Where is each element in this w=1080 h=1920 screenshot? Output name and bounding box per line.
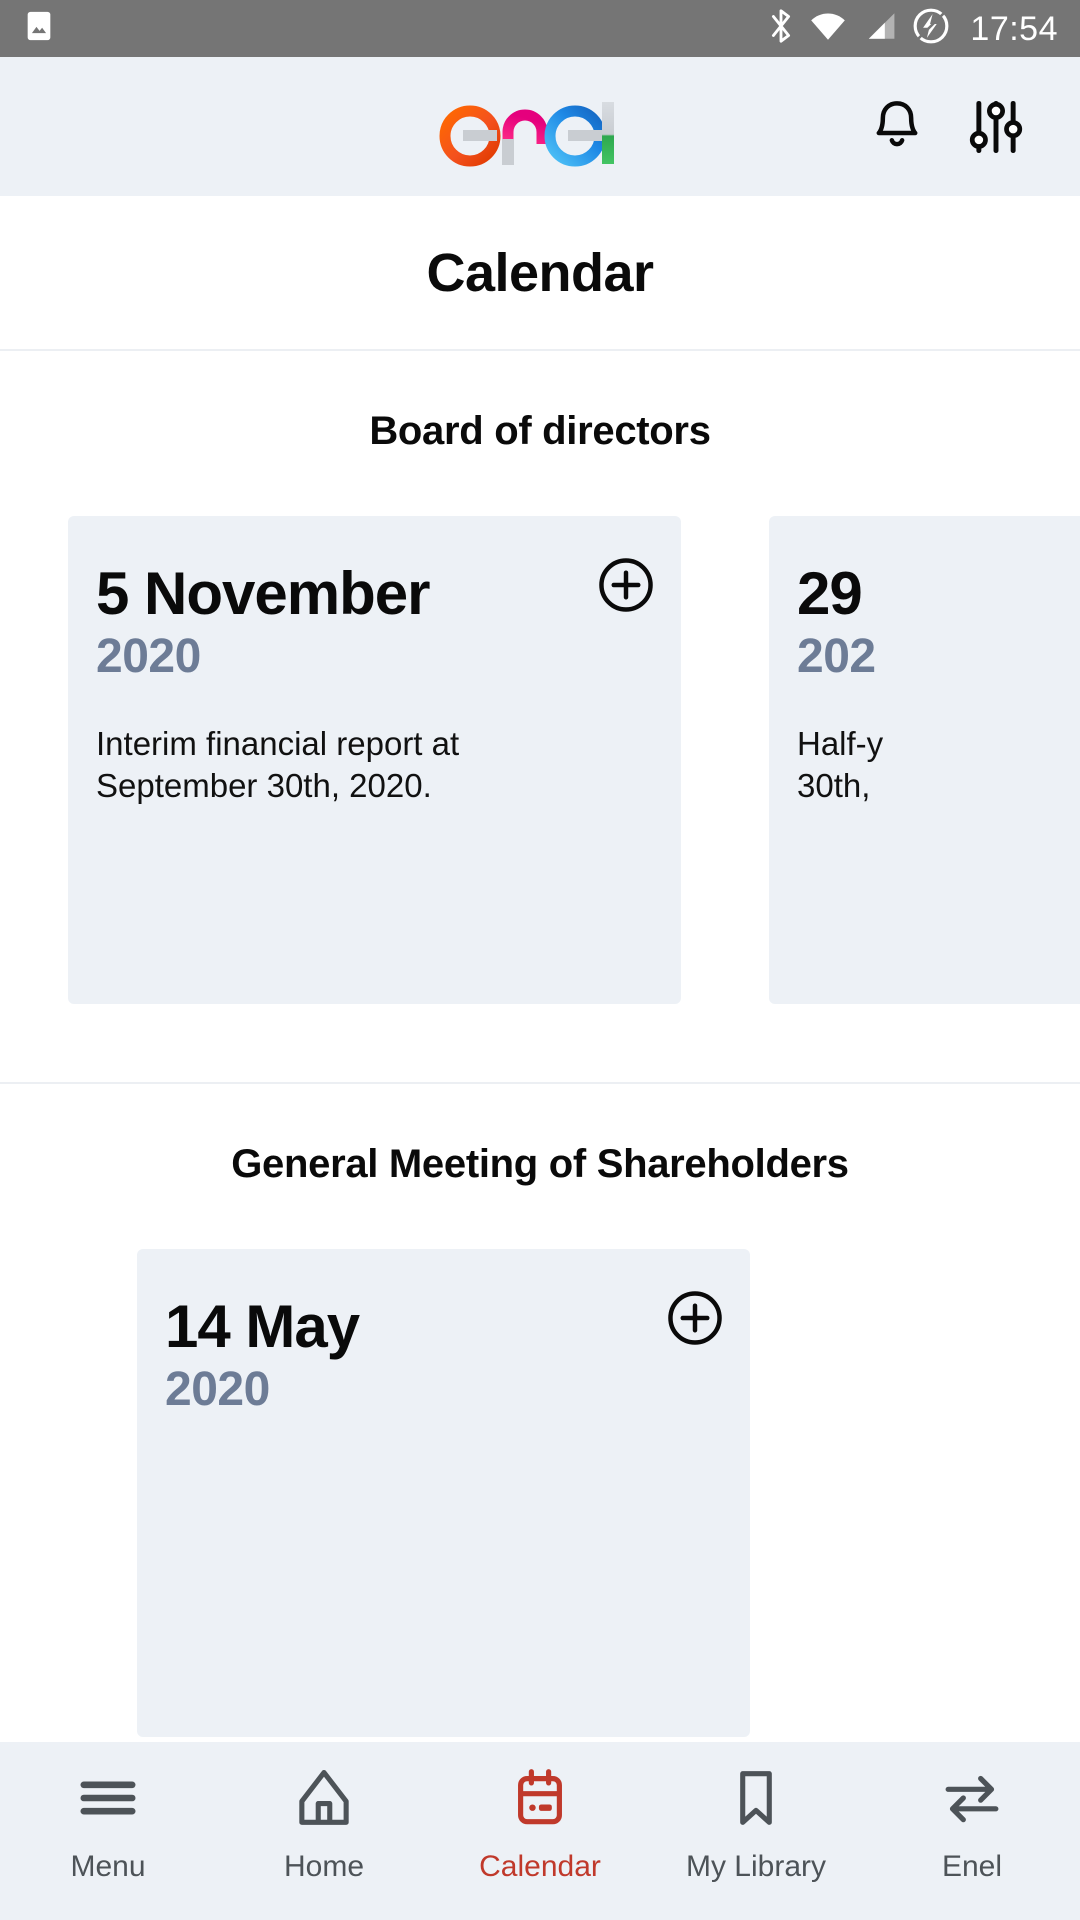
sliders-icon: [968, 100, 1024, 160]
cellular-signal-icon: [862, 10, 898, 47]
card-rail[interactable]: 5 November 2020 Interim financial report…: [0, 516, 1080, 1082]
nav-item-home[interactable]: Home: [216, 1768, 432, 1884]
section-board-of-directors: Board of directors 5 November 2020 Inter…: [0, 351, 1080, 1082]
calendar-event-card[interactable]: 5 November 2020 Interim financial report…: [68, 516, 681, 1004]
event-year: 2020: [96, 629, 201, 683]
event-year: 202: [797, 629, 876, 683]
nav-label: My Library: [685, 1850, 827, 1883]
calendar-icon: [512, 1768, 568, 1828]
event-day: 29: [797, 560, 863, 627]
section-title: Board of directors: [369, 409, 711, 453]
bottom-navigation: Menu Home Calendar My Library Enel: [0, 1742, 1080, 1920]
card-rail[interactable]: 14 May 2020: [0, 1249, 1080, 1815]
image-icon: [22, 9, 56, 48]
wifi-icon: [808, 10, 848, 47]
section-general-meeting: General Meeting of Shareholders 14 May 2…: [0, 1082, 1080, 1815]
add-to-calendar-button[interactable]: [597, 556, 655, 614]
nav-item-enel[interactable]: Enel: [864, 1768, 1080, 1884]
status-bar: 17:54: [0, 0, 1080, 57]
notifications-button[interactable]: [868, 97, 926, 157]
header-actions: [868, 97, 1080, 157]
nav-label: Home: [283, 1850, 365, 1883]
event-day: 14 May: [165, 1293, 360, 1360]
event-day: 5 November: [96, 560, 430, 627]
plus-circle-icon: [666, 1291, 724, 1350]
nav-item-my-library[interactable]: My Library: [648, 1768, 864, 1884]
event-year: 2020: [165, 1362, 270, 1416]
calendar-event-card[interactable]: 14 May 2020: [137, 1249, 750, 1737]
page-title: Calendar: [426, 242, 654, 303]
section-title: General Meeting of Shareholders: [231, 1142, 849, 1186]
nav-label: Enel: [941, 1850, 1003, 1883]
home-icon: [295, 1768, 353, 1828]
hamburger-menu-icon: [79, 1768, 137, 1828]
add-to-calendar-button[interactable]: [666, 1289, 724, 1347]
status-bar-clock: 17:54: [970, 9, 1058, 48]
event-description: Half-y 30th,: [797, 724, 884, 805]
calendar-event-card[interactable]: 29 202 Half-y 30th,: [769, 516, 1080, 1004]
nav-label: Menu: [70, 1850, 146, 1883]
plus-circle-icon: [597, 558, 655, 617]
bookmark-icon: [730, 1768, 782, 1828]
nav-item-calendar[interactable]: Calendar: [432, 1768, 648, 1884]
nav-label: Calendar: [479, 1850, 601, 1883]
bell-icon: [868, 100, 926, 160]
bluetooth-icon: [768, 7, 794, 50]
app-header: [0, 57, 1080, 196]
nav-item-menu[interactable]: Menu: [0, 1768, 216, 1884]
battery-charging-icon: [912, 7, 950, 50]
page-title-band: Calendar: [0, 196, 1080, 351]
event-description: Interim financial report at September 30…: [96, 724, 460, 805]
swap-arrows-icon: [943, 1768, 1001, 1828]
enel-logo[interactable]: [433, 84, 647, 170]
status-bar-left: [22, 9, 56, 48]
status-bar-right: 17:54: [768, 7, 1058, 50]
settings-button[interactable]: [968, 97, 1024, 157]
